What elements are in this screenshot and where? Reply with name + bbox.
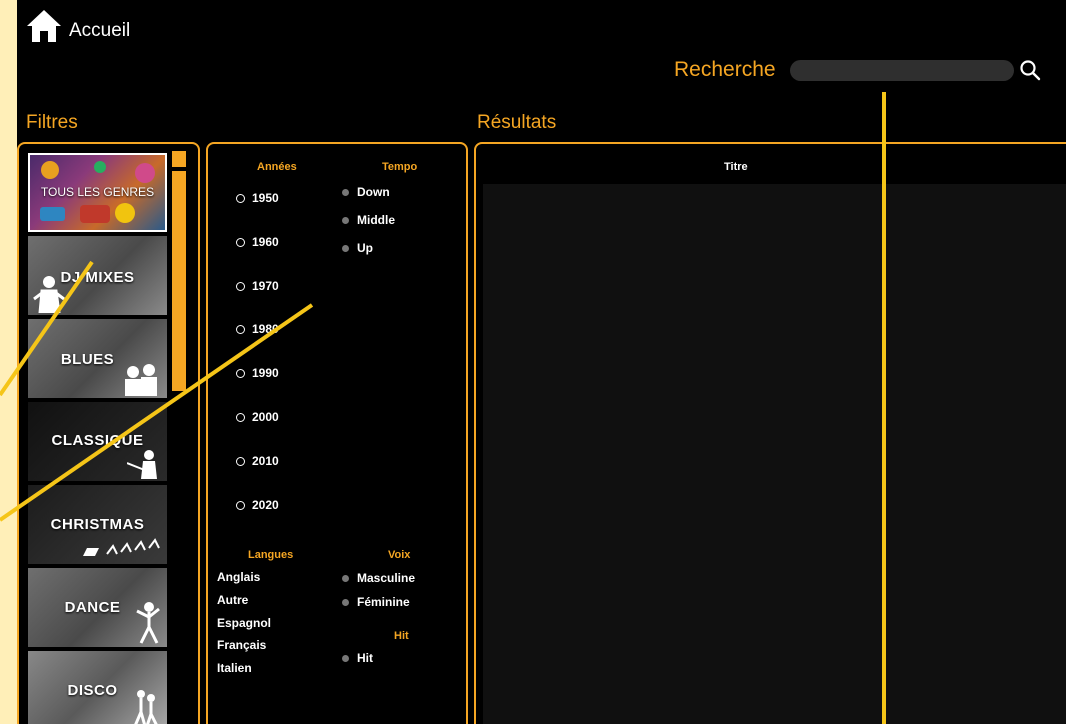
annotation-line	[0, 260, 94, 397]
annotation-lines	[0, 92, 886, 724]
annotation-line	[0, 303, 314, 522]
